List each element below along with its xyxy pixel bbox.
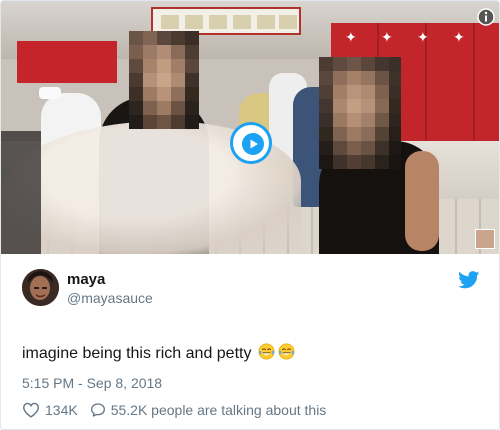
- author-name[interactable]: maya: [67, 271, 105, 288]
- twitter-bird-icon[interactable]: [458, 271, 480, 289]
- tweet-text: imagine being this rich and petty: [22, 345, 252, 362]
- scene-red-wall-left: [17, 41, 117, 83]
- conversation-link[interactable]: 55.2K people are talking about this: [90, 402, 327, 418]
- video-thumbnail[interactable]: ✦ ✦ ✦ ✦: [1, 1, 499, 254]
- author-handle[interactable]: @mayasauce: [67, 290, 153, 306]
- like-count: 134K: [45, 402, 78, 418]
- emoji-group: [258, 343, 298, 361]
- play-icon: [242, 133, 264, 155]
- tweet-actions: 134K 55.2K people are talking about this: [22, 401, 326, 419]
- scene-arm: [405, 151, 439, 251]
- play-video-button[interactable]: [230, 122, 272, 164]
- avatar[interactable]: [22, 269, 59, 306]
- conversation-text: 55.2K people are talking about this: [110, 402, 327, 418]
- speech-bubble-icon: [90, 403, 105, 417]
- scene-blur-left: [1, 131, 41, 254]
- face-with-tears-of-joy-icon: [278, 343, 295, 360]
- face-with-tears-of-joy-icon: [258, 343, 275, 360]
- pixelated-face: [129, 31, 199, 131]
- tweet-timestamp[interactable]: 5:15 PM - Sep 8, 2018: [22, 375, 162, 391]
- avatar-image: [22, 269, 59, 306]
- video-source-avatar: [475, 229, 495, 249]
- heart-icon: [22, 402, 40, 418]
- like-button[interactable]: 134K: [22, 402, 78, 418]
- pixelated-face: [319, 57, 401, 177]
- info-icon[interactable]: [476, 7, 496, 27]
- embedded-tweet-card: ✦ ✦ ✦ ✦ maya @mayasauce imagine being th…: [0, 0, 500, 430]
- scene-worker-hat: [39, 87, 61, 99]
